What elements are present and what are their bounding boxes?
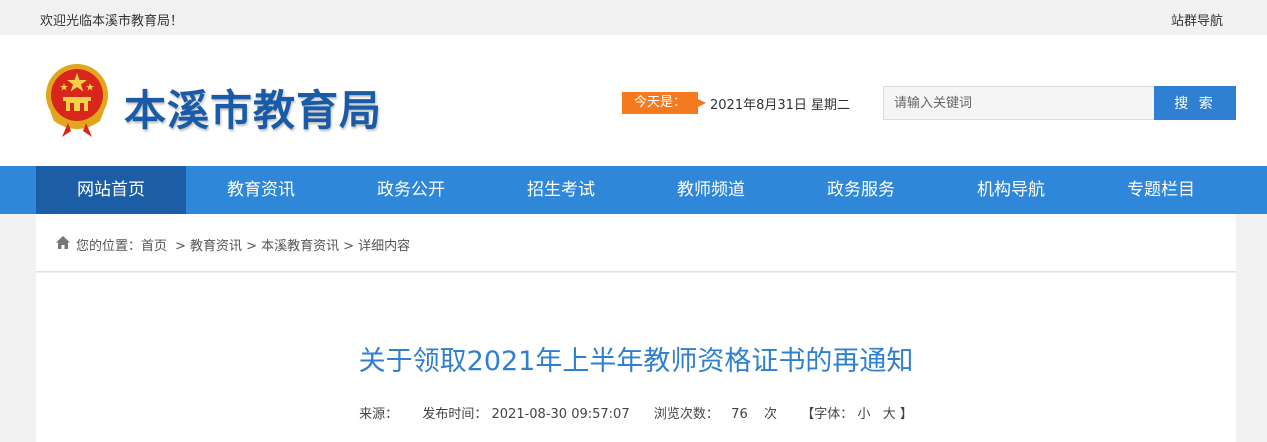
search-input[interactable] [883,86,1155,120]
nav-item-education-news[interactable]: 教育资讯 [186,166,336,214]
top-bar: 欢迎光临本溪市教育局！ 站群导航 [0,0,1267,35]
home-icon [56,236,70,249]
font-large-button[interactable]: 大 [883,407,896,422]
site-title: 本溪市教育局 [124,86,383,135]
article-title: 关于领取2021年上半年教师资格证书的再通知 [358,346,914,377]
today-date: 2021年8月31日 星期二 [710,98,851,113]
national-emblem-icon[interactable] [40,61,114,139]
publish-label: 发布时间： [422,407,488,422]
nav-item-teachers[interactable]: 教师频道 [636,166,786,214]
nav-item-admissions[interactable]: 招生考试 [486,166,636,214]
publish-time: 2021-08-30 09:57:07 [491,407,630,422]
breadcrumb-benxi-news[interactable]: > 本溪教育资讯 [246,235,339,254]
breadcrumb-current: > 详细内容 [343,239,411,254]
breadcrumb-prefix: 您的位置： [76,239,142,254]
today-label: 今天是： [622,92,706,114]
views-unit: 次 [764,407,778,422]
site-nav-link[interactable]: 站群导航 [1171,10,1223,29]
breadcrumb: 您的位置： 首页 > 教育资讯 > 本溪教育资讯 > 详细内容 [36,214,1236,272]
header: 本溪市教育局 今天是： 2021年8月31日 星期二 搜 索 [0,35,1267,166]
breadcrumb-education-news[interactable]: > 教育资讯 [175,235,242,254]
welcome-text: 欢迎光临本溪市教育局！ [40,14,184,29]
article-meta: 来源： 发布时间： 2021-08-30 09:57:07 浏览次数： 76 次… [36,403,1236,422]
nav-item-gov-services[interactable]: 政务服务 [786,166,936,214]
nav-item-home[interactable]: 网站首页 [36,166,186,214]
views-count: 76 [731,407,748,422]
nav-item-government-affairs[interactable]: 政务公开 [336,166,486,214]
font-size-label: 【字体： [801,407,854,422]
views-label: 浏览次数： [653,407,719,422]
breadcrumb-home[interactable]: 首页 [141,235,167,254]
font-size-close: 】 [899,407,913,422]
main-nav: 网站首页 教育资讯 政务公开 招生考试 教师频道 政务服务 机构导航 专题栏目 [0,166,1267,214]
font-small-button[interactable]: 小 [857,407,870,422]
article: 关于领取2021年上半年教师资格证书的再通知 来源： 发布时间： 2021-08… [36,273,1236,442]
nav-item-institutions[interactable]: 机构导航 [936,166,1086,214]
nav-item-special-topics[interactable]: 专题栏目 [1086,166,1236,214]
search-button[interactable]: 搜 索 [1154,86,1236,120]
source-label: 来源： [359,407,399,422]
